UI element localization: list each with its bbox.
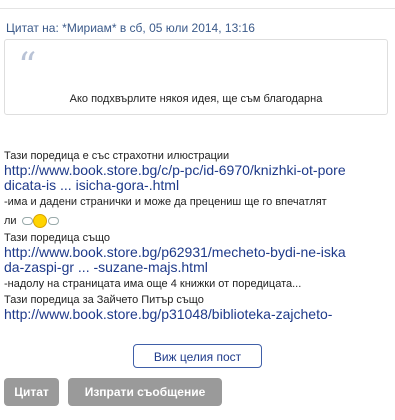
post-link-2-part-1[interactable]: http://www.book.store.bg/p62931/mecheto-…	[4, 244, 346, 260]
view-full-post-button[interactable]: Виж целия пост	[133, 344, 262, 368]
post-line: -надолу на страницата има още 4 книжки о…	[4, 278, 302, 290]
post-line-text: ли	[4, 214, 17, 227]
post-link-3-part-1[interactable]: http://www.book.store.bg/p31048/bibliote…	[4, 306, 332, 322]
post-link-3[interactable]: http://www.book.store.bg/p31048/bibliote…	[4, 307, 394, 322]
quote-box: “ Ако подхвърлите някоя идея, ще съм бла…	[4, 39, 388, 115]
post-link-1[interactable]: http://www.book.store.bg/c/p-pc/id-6970/…	[4, 163, 394, 193]
send-message-button[interactable]: Изпрати съобщение	[68, 378, 222, 406]
post-link-2[interactable]: http://www.book.store.bg/p62931/mecheto-…	[4, 245, 394, 275]
post-body: Тази поредица е със страхотни илюстрации…	[4, 150, 394, 322]
clapping-smiley-icon	[21, 213, 62, 229]
post-link-2-part-2[interactable]: da-zaspi-gr ... -suzane-majs.html	[4, 259, 208, 275]
top-divider	[0, 0, 395, 9]
post-line-with-smiley: ли	[4, 213, 394, 229]
post-link-1-part-2[interactable]: dicata-is ... isicha-gora-.html	[4, 177, 179, 193]
quote-text: Ако подхвърлите някоя идея, ще съм благо…	[69, 93, 323, 105]
post-link-1-part-1[interactable]: http://www.book.store.bg/c/p-pc/id-6970/…	[4, 162, 346, 178]
quote-button[interactable]: Цитат	[4, 378, 59, 406]
quote-header: Цитат на: *Мириам* в сб, 05 юли 2014, 13…	[6, 21, 255, 35]
quote-mark-icon: “	[18, 46, 37, 87]
post-line: -има и дадени странички и може да прецен…	[4, 196, 327, 208]
